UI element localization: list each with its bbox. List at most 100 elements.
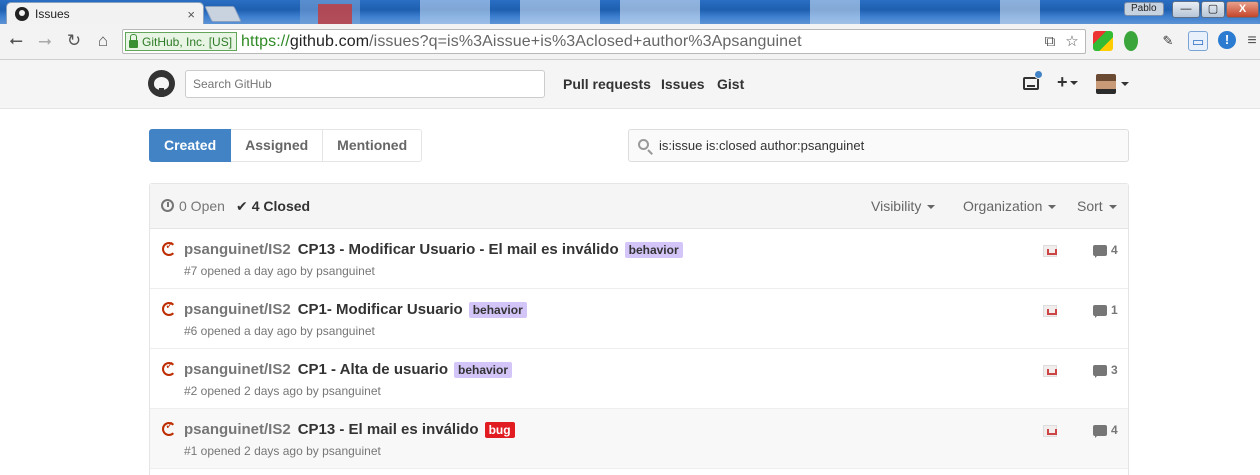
taskbar-thumbnail	[810, 0, 860, 24]
taskbar-thumbnail	[520, 0, 600, 24]
address-bar[interactable]: GitHub, Inc. [US] https://github.com/iss…	[122, 29, 1086, 54]
issue-title-link[interactable]: CP13 - Modificar Usuario - El mail es in…	[298, 241, 619, 258]
issue-comments-link[interactable]: 4	[1093, 243, 1118, 258]
browser-tab-issues[interactable]: Issues ×	[6, 2, 204, 25]
issue-repo-link[interactable]: psanguinet/IS2	[184, 301, 291, 318]
ev-certificate-badge[interactable]: GitHub, Inc. [US]	[125, 32, 238, 51]
tab-title: Issues	[35, 7, 70, 21]
issue-label[interactable]: behavior	[468, 301, 527, 318]
tab-mentioned[interactable]: Mentioned	[323, 129, 423, 162]
close-window-button[interactable]: X	[1226, 1, 1259, 18]
issue-meta: #1 opened 2 days ago by psanguinet	[184, 444, 381, 458]
issue-comments-link[interactable]: 4	[1093, 423, 1118, 438]
extension-window-icon[interactable]: ▭	[1188, 31, 1208, 51]
taskbar-thumbnail	[318, 4, 352, 24]
issue-meta: #6 opened a day ago by psanguinet	[184, 324, 375, 338]
closed-count-label: 4 Closed	[251, 198, 311, 214]
create-new-menu[interactable]: +	[1057, 72, 1078, 93]
issue-closed-icon	[162, 239, 176, 256]
comment-count: 4	[1111, 423, 1118, 437]
issue-opened-icon	[161, 199, 174, 212]
issue-row[interactable]: psanguinet/IS2 CP1- Modificar Usuario be…	[150, 289, 1128, 349]
forward-arrow-icon[interactable]: ⭢	[34, 30, 56, 52]
visibility-dropdown[interactable]: Visibility	[871, 198, 936, 214]
github-favicon-icon	[15, 7, 29, 21]
chevron-down-icon	[1048, 205, 1057, 210]
issue-label[interactable]: bug	[484, 421, 515, 438]
issues-list-header: 0 Open ✔ 4 Closed Visibility Organization…	[150, 184, 1128, 229]
check-icon: ✔	[236, 198, 248, 214]
issue-title: psanguinet/IS2 CP1- Modificar Usuario be…	[184, 301, 527, 318]
extension-balloon-icon[interactable]	[1124, 31, 1138, 51]
assignee-avatar[interactable]	[1043, 245, 1057, 257]
extension-eyedropper-icon[interactable]: ✎	[1158, 31, 1178, 51]
issue-title: psanguinet/IS2 CP13 - Modificar Usuario …	[184, 241, 683, 258]
issue-title: psanguinet/IS2 CP13 - El mail es inválid…	[184, 421, 515, 438]
url-scheme: https://	[241, 32, 290, 50]
ev-identity-text: GitHub, Inc. [US]	[142, 34, 233, 49]
browser-user-badge[interactable]: Pablo	[1124, 2, 1164, 16]
issue-comments-link[interactable]: 3	[1093, 363, 1118, 378]
open-issues-toggle[interactable]: 0 Open	[161, 198, 225, 214]
issue-closed-icon	[162, 359, 176, 376]
issues-list: 0 Open ✔ 4 Closed Visibility Organization…	[149, 183, 1129, 475]
comment-count: 1	[1111, 303, 1118, 317]
tab-created[interactable]: Created	[149, 129, 232, 162]
extension-feedback-icon[interactable]: !	[1218, 31, 1236, 49]
chevron-down-icon[interactable]	[1121, 82, 1129, 86]
sort-dropdown[interactable]: Sort	[1077, 198, 1117, 214]
organization-label: Organization	[963, 198, 1043, 214]
github-octocat-logo-icon[interactable]	[148, 70, 175, 97]
reload-icon[interactable]: ↻	[63, 30, 85, 52]
issue-closed-icon	[162, 419, 176, 436]
taskbar-thumbnail	[420, 0, 490, 24]
assignee-avatar[interactable]	[1043, 425, 1057, 437]
home-icon[interactable]: ⌂	[92, 30, 114, 52]
issue-meta: #2 opened 2 days ago by psanguinet	[184, 384, 381, 398]
issue-label[interactable]: behavior	[624, 241, 683, 258]
issue-meta: #7 opened a day ago by psanguinet	[184, 264, 375, 278]
assignee-avatar[interactable]	[1043, 365, 1057, 377]
notification-unread-dot	[1034, 70, 1043, 79]
organization-dropdown[interactable]: Organization	[963, 198, 1057, 214]
nav-issues[interactable]: Issues	[661, 76, 705, 92]
minimize-button[interactable]: —	[1172, 1, 1200, 18]
extension-colorful-icon[interactable]	[1093, 31, 1113, 51]
lock-icon	[129, 33, 138, 48]
issue-repo-link[interactable]: psanguinet/IS2	[184, 361, 291, 378]
issue-title: psanguinet/IS2 CP1 - Alta de usuario beh…	[184, 361, 513, 378]
closed-issues-toggle[interactable]: ✔ 4 Closed	[236, 198, 310, 215]
issue-row[interactable]: psanguinet/IS2 CP13 - El mail es inválid…	[150, 409, 1128, 469]
chrome-menu-icon[interactable]: ≡	[1242, 31, 1260, 51]
plus-icon: +	[1057, 72, 1068, 92]
search-icon	[638, 139, 649, 150]
nav-gist[interactable]: Gist	[717, 76, 744, 92]
assignee-avatar[interactable]	[1043, 305, 1057, 317]
issue-title-link[interactable]: CP13 - El mail es inválido	[298, 421, 479, 438]
back-arrow-icon[interactable]: ⭠	[5, 30, 27, 52]
issue-row[interactable]: psanguinet/IS2 CP1 - Alta de usuario beh…	[150, 349, 1128, 409]
bookmark-star-icon[interactable]: ☆	[1063, 33, 1081, 51]
issue-repo-link[interactable]: psanguinet/IS2	[184, 241, 291, 258]
comment-icon	[1093, 304, 1107, 318]
chevron-down-icon	[1069, 81, 1078, 86]
issue-title-link[interactable]: CP1- Modificar Usuario	[298, 301, 463, 318]
chevron-down-icon	[927, 205, 936, 210]
user-avatar[interactable]	[1096, 74, 1116, 94]
maximize-button[interactable]: ▢	[1201, 1, 1225, 18]
tab-assigned[interactable]: Assigned	[231, 129, 324, 162]
tab-close-icon[interactable]: ×	[187, 7, 195, 22]
translate-icon[interactable]: ⧉	[1041, 33, 1059, 51]
issue-comments-link[interactable]: 1	[1093, 303, 1118, 318]
issue-label[interactable]: behavior	[454, 361, 513, 378]
notifications-inbox-icon[interactable]	[1023, 77, 1039, 90]
issues-query-input[interactable]	[628, 129, 1129, 162]
issue-row[interactable]: psanguinet/IS2 CP13 - Modificar Usuario …	[150, 229, 1128, 289]
issue-repo-link[interactable]: psanguinet/IS2	[184, 421, 291, 438]
nav-pull-requests[interactable]: Pull requests	[563, 76, 651, 92]
comment-count: 3	[1111, 363, 1118, 377]
issue-title-link[interactable]: CP1 - Alta de usuario	[298, 361, 448, 378]
search-input[interactable]	[185, 70, 545, 98]
url-text: https://github.com/issues?q=is%3Aissue+i…	[241, 33, 802, 51]
open-count-label: 0 Open	[179, 198, 225, 214]
